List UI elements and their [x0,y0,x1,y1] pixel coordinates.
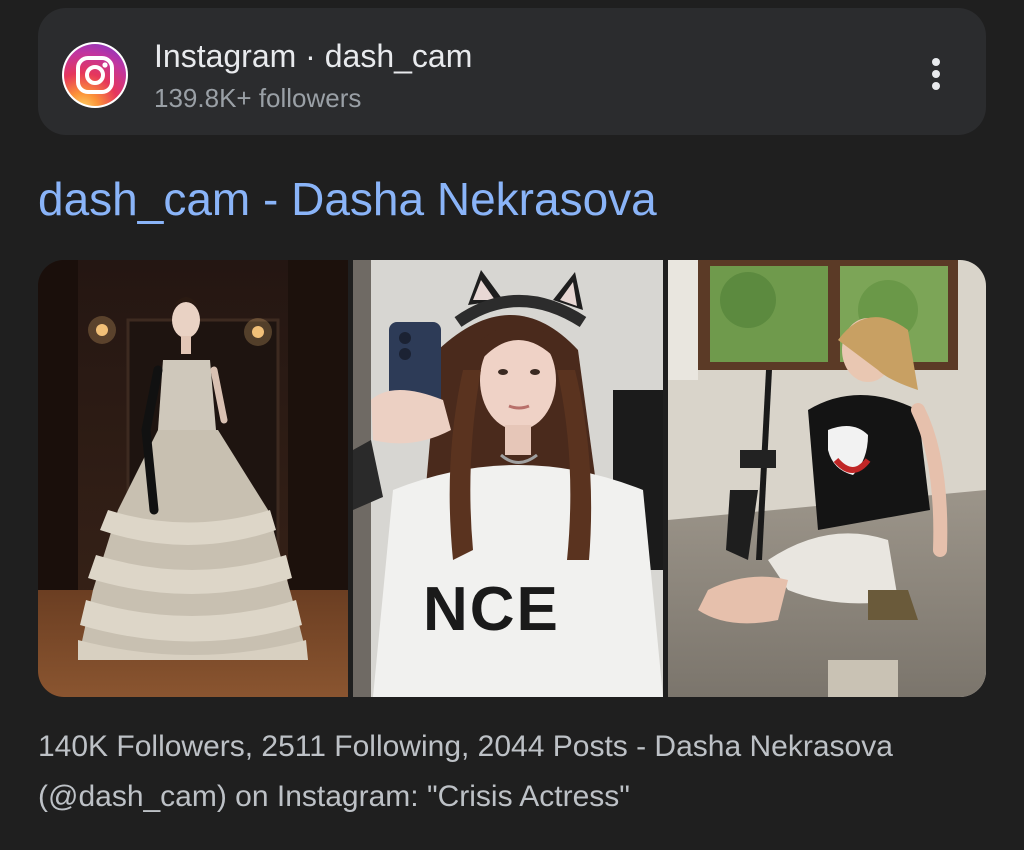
image-strip: NCE [38,260,986,697]
follower-count: 139.8K+ followers [154,83,362,113]
more-options-button[interactable] [910,44,962,104]
search-result-page: Instagram · dash_cam 139.8K+ followers d… [0,0,1024,850]
photo-ball-gown[interactable] [38,260,348,697]
result-snippet: 140K Followers, 2511 Following, 2044 Pos… [38,730,893,813]
result-title-link[interactable]: dash_cam - Dasha Nekrasova [38,170,657,228]
shirt-text: NCE [423,575,560,644]
source-header[interactable]: Instagram · dash_cam 139.8K+ followers [38,8,986,135]
photo-mirror-selfie[interactable]: NCE [353,260,663,697]
more-vert-icon [932,58,940,90]
photo-kneeling-room[interactable] [668,260,986,697]
instagram-icon [62,42,128,108]
source-name: Instagram · dash_cam [154,38,473,74]
